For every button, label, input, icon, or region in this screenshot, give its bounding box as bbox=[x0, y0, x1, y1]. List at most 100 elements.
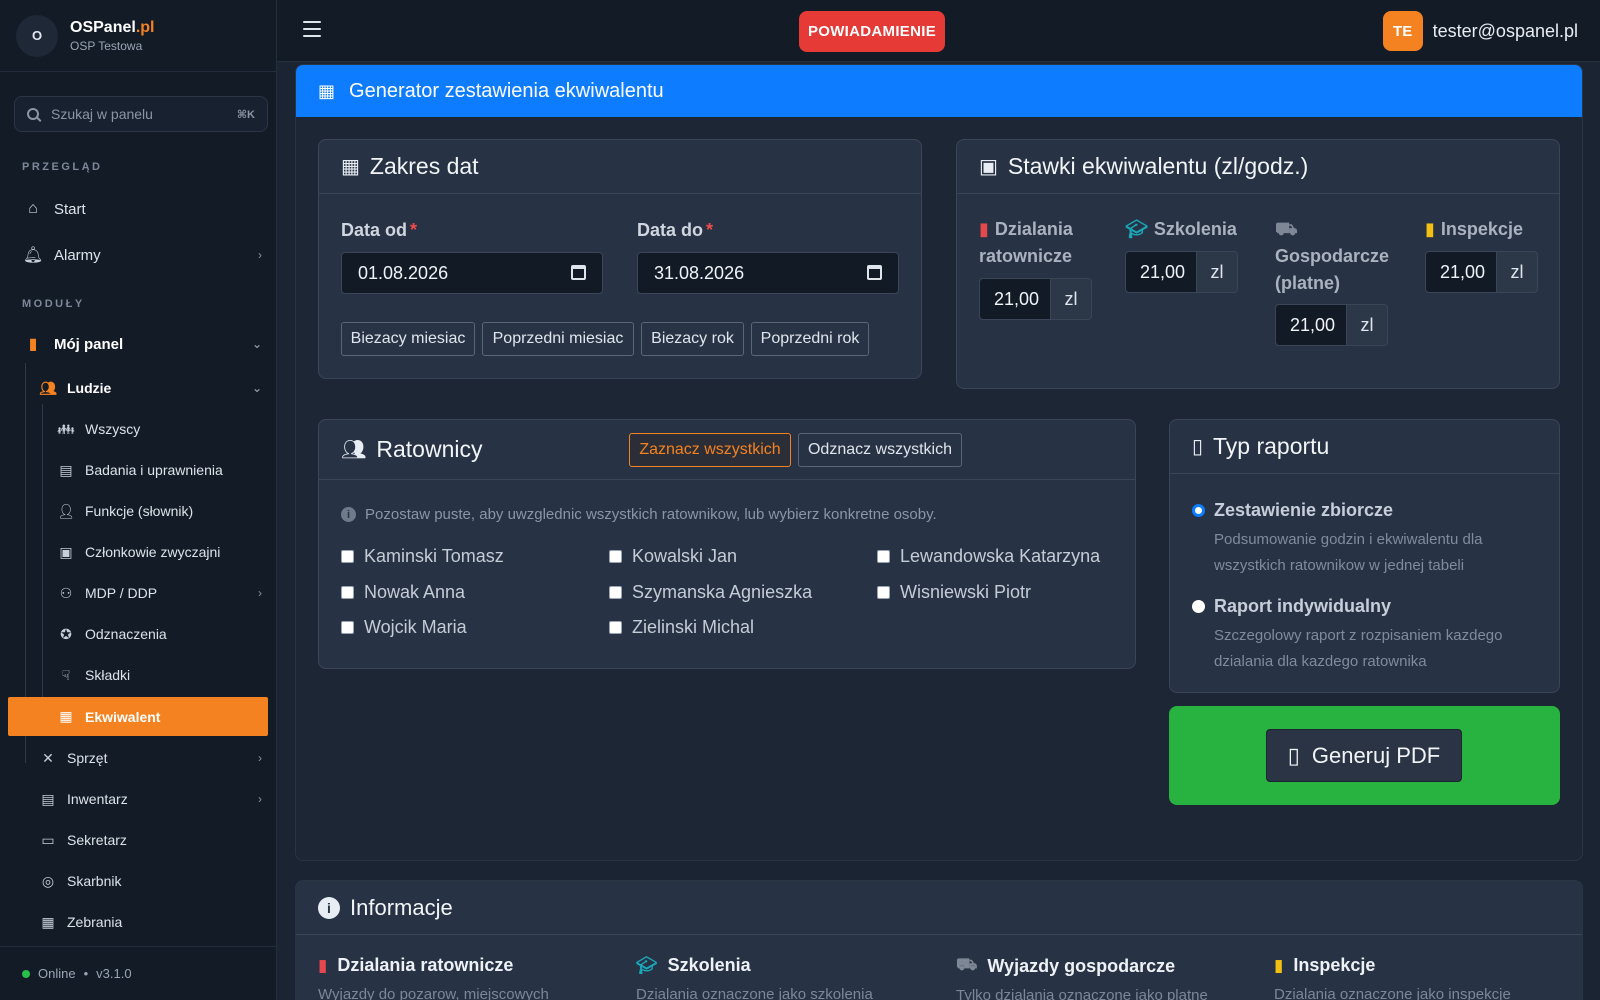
rates-title: Stawki ekwiwalentu (zl/godz.) bbox=[1007, 153, 1309, 179]
rate-training-input[interactable]: 21,00 bbox=[1125, 251, 1197, 293]
sidebar-item-ludzie[interactable]: 👥︎ Ludzie ⌄ bbox=[38, 369, 262, 407]
checkbox[interactable] bbox=[877, 586, 890, 599]
tree-line bbox=[42, 404, 43, 724]
report-type-panel: ▯ Typ raportu Zestawienie zbiorcze Podsu… bbox=[1169, 419, 1560, 693]
sidebar-item-skarbnik[interactable]: ◎ Skarbnik bbox=[38, 862, 262, 900]
rescuer-checkbox[interactable]: Zielinski Michal bbox=[609, 617, 754, 638]
users-icon: 👥︎ bbox=[341, 439, 367, 461]
chevron-down-icon: ⌄ bbox=[251, 381, 262, 395]
sidebar-item-alarmy[interactable]: 🔔︎ Alarmy › bbox=[22, 236, 262, 274]
checkbox[interactable] bbox=[341, 586, 354, 599]
radio-unselected[interactable] bbox=[1192, 600, 1205, 613]
search-icon bbox=[27, 108, 39, 120]
sidebar-item-zebrania[interactable]: ▦ Zebrania bbox=[38, 903, 262, 941]
folder-icon: ▭ bbox=[41, 831, 55, 848]
sidebar-item-wszyscy[interactable]: 👪︎ Wszyscy bbox=[56, 410, 262, 448]
truck-icon: ⛟ bbox=[956, 955, 978, 974]
checkbox[interactable] bbox=[609, 550, 622, 563]
select-all-button[interactable]: Zaznacz wszystkich bbox=[629, 433, 791, 467]
checkbox[interactable] bbox=[341, 621, 354, 634]
clipboard-check-icon: ▮ bbox=[1274, 955, 1284, 975]
rate-rescue-group: 21,00 zl bbox=[979, 278, 1092, 320]
rate-economic-group: 21,00 zl bbox=[1275, 304, 1388, 346]
fire-extinguisher-icon: ▮ bbox=[979, 219, 989, 239]
rate-economic-input[interactable]: 21,00 bbox=[1275, 304, 1347, 346]
book-icon: ▤ bbox=[41, 790, 55, 807]
report-option-individual[interactable]: Raport indywidualny Szczegolowy raport z… bbox=[1192, 596, 1534, 675]
search-input[interactable]: Szukaj w panelu bbox=[51, 106, 237, 122]
rate-unit: zl bbox=[1497, 251, 1538, 293]
checkbox[interactable] bbox=[877, 550, 890, 563]
sidebar-item-ekwiwalent[interactable]: ▦ Ekwiwalent bbox=[8, 697, 268, 736]
generate-pdf-button[interactable]: ▯ Generuj PDF bbox=[1266, 729, 1462, 782]
sidebar-item-sekretarz[interactable]: ▭ Sekretarz bbox=[38, 821, 262, 859]
brand[interactable]: O OSPanel.pl OSP Testowa bbox=[0, 0, 276, 72]
calendar-picker-icon[interactable] bbox=[867, 265, 882, 280]
rescuer-checkbox[interactable]: Nowak Anna bbox=[341, 582, 465, 603]
generator-card: ▦ Generator zestawienia ekwiwalentu ▦ Za… bbox=[295, 64, 1583, 861]
preset-current-year-button[interactable]: Biezacy rok bbox=[641, 322, 744, 356]
rate-inspection-input[interactable]: 21,00 bbox=[1425, 251, 1497, 293]
online-status-dot bbox=[22, 969, 30, 978]
sidebar-search[interactable]: Szukaj w panelu ⌘K bbox=[14, 96, 268, 132]
info-column-economic: ⛟ Wyjazdy gospodarcze Tylko dzialania ozn… bbox=[956, 955, 1208, 1000]
sidebar-item-start[interactable]: ⌂ Start bbox=[22, 190, 262, 228]
checkbox[interactable] bbox=[609, 586, 622, 599]
topbar: POWIADAMIENIE TE tester@ospanel.pl bbox=[277, 0, 1600, 62]
rescuer-checkbox[interactable]: Kowalski Jan bbox=[609, 546, 737, 567]
calculator-icon: ▦ bbox=[59, 708, 73, 724]
rescuers-hint: i Pozostaw puste, aby uwzglednic wszystk… bbox=[341, 506, 937, 523]
file-pdf-icon: ▯ bbox=[1287, 742, 1300, 768]
user-menu[interactable]: TE tester@ospanel.pl bbox=[1382, 11, 1578, 51]
fire-extinguisher-icon: ▮ bbox=[318, 955, 328, 975]
file-pdf-icon: ▯ bbox=[1192, 436, 1204, 458]
rate-unit: zl bbox=[1051, 278, 1092, 320]
sidebar-item-badania[interactable]: ▤ Badania i uprawnienia bbox=[56, 451, 262, 489]
sidebar-item-moj-panel[interactable]: ▮ Mój panel ⌄ bbox=[22, 325, 262, 363]
preset-previous-month-button[interactable]: Poprzedni miesiac bbox=[482, 322, 634, 356]
sidebar-item-odznaczenia[interactable]: ✪ Odznaczenia bbox=[56, 615, 262, 653]
report-option-summary[interactable]: Zestawienie zbiorcze Podsumowanie godzin… bbox=[1192, 500, 1534, 579]
avatar: TE bbox=[1382, 11, 1423, 51]
graduation-cap-icon: 🎓︎ bbox=[1125, 219, 1148, 239]
sidebar-item-sprzet[interactable]: ✕ Sprzęt › bbox=[38, 739, 262, 777]
rescuer-checkbox[interactable]: Lewandowska Katarzyna bbox=[877, 546, 1100, 567]
rescuer-checkbox[interactable]: Szymanska Agnieszka bbox=[609, 582, 812, 603]
checkbox[interactable] bbox=[609, 621, 622, 634]
notification-button[interactable]: POWIADAMIENIE bbox=[799, 11, 945, 52]
calendar-icon: ▦ bbox=[341, 156, 360, 178]
date-range-panel: ▦ Zakres dat Data od * 01.08.2026 Data do… bbox=[318, 139, 922, 379]
user-email: tester@ospanel.pl bbox=[1432, 20, 1578, 41]
sidebar-item-skladki[interactable]: ☟ Składki bbox=[56, 656, 262, 694]
menu-toggle-icon[interactable] bbox=[303, 21, 321, 37]
rate-rescue-input[interactable]: 21,00 bbox=[979, 278, 1051, 320]
rescuer-checkbox[interactable]: Wojcik Maria bbox=[341, 617, 467, 638]
rate-unit: zl bbox=[1347, 304, 1388, 346]
users-group-icon: 👪︎ bbox=[57, 420, 75, 437]
info-circle-icon: i bbox=[318, 896, 340, 919]
rescuers-panel: 👥︎ Ratownicy Zaznacz wszystkich Odznacz … bbox=[318, 419, 1136, 669]
preset-current-month-button[interactable]: Biezacy miesiac bbox=[341, 322, 475, 356]
truck-icon: ⛟ bbox=[1275, 219, 1298, 239]
checkbox[interactable] bbox=[341, 550, 354, 563]
preset-previous-year-button[interactable]: Poprzedni rok bbox=[751, 322, 869, 356]
date-to-input[interactable]: 31.08.2026 bbox=[637, 252, 899, 294]
rescuer-checkbox[interactable]: Wisniewski Piotr bbox=[877, 582, 1031, 603]
deselect-all-button[interactable]: Odznacz wszystkich bbox=[798, 433, 962, 467]
users-icon: 👥︎ bbox=[39, 379, 57, 396]
calculator-icon: ▦ bbox=[318, 80, 336, 101]
info-column-rescue: ▮ Dzialania ratownicze Wyjazdy do pozarow… bbox=[318, 955, 549, 1000]
radio-selected[interactable] bbox=[1192, 504, 1205, 517]
rate-label-economic: ⛟ Gospodarcze (platne) bbox=[1275, 219, 1390, 293]
rescuer-checkbox[interactable]: Kaminski Tomasz bbox=[341, 546, 504, 567]
date-from-input[interactable]: 01.08.2026 bbox=[341, 252, 603, 294]
rate-label-inspection: ▮ Inspekcje bbox=[1425, 219, 1523, 239]
fire-extinguisher-icon: ▮ bbox=[28, 336, 38, 353]
calendar-picker-icon[interactable] bbox=[571, 265, 586, 280]
money-bill-icon: ▣ bbox=[979, 156, 998, 178]
home-icon: ⌂ bbox=[28, 200, 38, 217]
sidebar-item-czlonkowie[interactable]: ▣ Członkowie zwyczajni bbox=[56, 533, 262, 571]
sidebar-item-funkcje[interactable]: 👤︎ Funkcje (słownik) bbox=[56, 492, 262, 530]
sidebar-item-inwentarz[interactable]: ▤ Inwentarz › bbox=[38, 780, 262, 818]
sidebar-item-mdp-ddp[interactable]: ⚇ MDP / DDP › bbox=[56, 574, 262, 612]
